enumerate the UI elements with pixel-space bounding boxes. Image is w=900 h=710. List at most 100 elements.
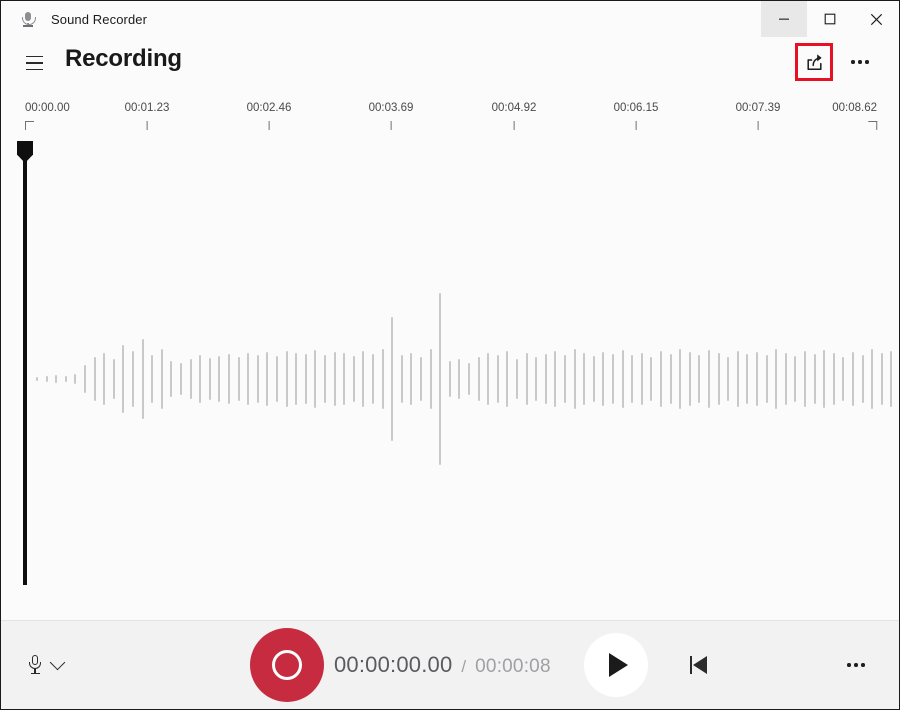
record-icon (272, 650, 302, 680)
waveform-bar (93, 357, 96, 401)
waveform-bar (64, 376, 67, 382)
chevron-down-icon[interactable] (49, 654, 66, 670)
share-icon (806, 53, 822, 70)
waveform-bar (400, 355, 403, 403)
maximize-button[interactable] (807, 1, 853, 37)
timeline-tick-mark (268, 121, 270, 130)
close-button[interactable] (853, 1, 899, 37)
waveform-bar (391, 317, 394, 441)
waveform-bar (304, 354, 307, 404)
waveform-bar (573, 349, 576, 409)
waveform-bar (122, 345, 125, 413)
timeline-tick-label: 00:00.00 (25, 102, 70, 114)
waveform-bar (141, 339, 144, 419)
waveform-bar (592, 356, 595, 402)
waveform-bar (612, 354, 614, 404)
timeline-tick-mark (513, 121, 515, 130)
app-title: Sound Recorder (51, 11, 148, 27)
waveform-bar (468, 363, 470, 395)
waveform-bar (679, 349, 682, 409)
waveform-bars (1, 143, 899, 621)
skip-to-start-icon (689, 656, 692, 674)
waveform-bar (132, 351, 134, 407)
skip-to-start-button[interactable] (678, 645, 718, 685)
waveform-bar (410, 353, 413, 405)
timeline-tick-label: 00:07.39 (735, 102, 781, 114)
timeline-tick: 00:02.46 (246, 101, 292, 130)
maximize-icon (824, 13, 836, 25)
waveform-bar (218, 356, 221, 402)
waveform-bar (84, 365, 86, 393)
waveform-bar (372, 354, 374, 404)
waveform-bar (381, 349, 384, 409)
waveform-bar (36, 377, 38, 381)
timeline-tick: 00:07.39 (735, 101, 781, 130)
minimize-button[interactable] (761, 1, 807, 37)
waveform-bar (237, 357, 240, 401)
waveform-bar (823, 350, 826, 408)
waveform-bar (554, 351, 557, 407)
waveform-bar (285, 351, 288, 407)
waveform-bar (535, 357, 538, 401)
timeline-tick-mark (25, 121, 34, 130)
timeline-ruler[interactable]: 00:00.00 00:01.23 00:02.46 00:03.69 00:04.92… (1, 101, 899, 143)
waveform-bar (448, 361, 451, 397)
waveform-bar (871, 349, 874, 409)
waveform-canvas[interactable] (1, 143, 899, 621)
waveform-bar (698, 355, 701, 403)
timeline-tick-mark (146, 121, 148, 130)
play-button[interactable] (584, 633, 648, 697)
timeline-tick-label: 00:04.92 (491, 102, 537, 114)
waveform-bar (583, 353, 586, 405)
waveform-bar (276, 356, 278, 402)
waveform-bar (688, 352, 691, 406)
waveform-bar (343, 353, 346, 405)
playhead-line (23, 161, 27, 585)
waveform-bar (55, 375, 58, 383)
timeline-tick-label: 00:08.62 (832, 102, 877, 114)
timeline-tick-mark (757, 121, 759, 130)
waveform-bar (631, 355, 634, 403)
timeline-tick: 00:04.92 (491, 101, 537, 130)
waveform-bar (650, 357, 653, 401)
timeline-tick-label: 00:01.23 (124, 102, 170, 114)
waveform-bar (103, 353, 106, 405)
timeline-tick-mark (635, 121, 637, 130)
timeline-tick: 00:00.00 (25, 101, 70, 130)
waveform-bar (208, 358, 211, 400)
waveform-bar (160, 349, 163, 409)
waveform-bar (199, 355, 202, 403)
waveform-bar (861, 355, 864, 403)
waveform-bar (717, 353, 720, 405)
record-button[interactable] (250, 628, 324, 702)
microphone-selector[interactable] (27, 654, 66, 675)
command-bar: Recording (1, 37, 899, 89)
waveform-bar (852, 352, 854, 406)
waveform-bar (746, 354, 749, 404)
timeline-tick: 00:01.23 (124, 101, 170, 130)
more-options-button-top[interactable] (841, 43, 879, 81)
waveform-bar (189, 359, 192, 399)
waveform-bar (525, 353, 528, 405)
waveform-bar (784, 353, 787, 405)
timeline-tick-label: 00:02.46 (246, 102, 292, 114)
share-button[interactable] (795, 43, 833, 81)
timeline-tick-mark (868, 121, 877, 130)
close-icon (870, 13, 882, 25)
waveform-bar (458, 359, 461, 399)
waveform-bar (794, 356, 797, 402)
waveform-bar (151, 355, 154, 403)
waveform-bar (362, 351, 365, 407)
hamburger-menu-icon[interactable] (19, 48, 49, 78)
waveform-bar (544, 354, 547, 404)
more-options-button-bottom[interactable] (837, 646, 875, 684)
waveform-bar (247, 353, 250, 405)
timeline-tick: 00:06.15 (614, 101, 658, 130)
more-options-icon (847, 663, 865, 667)
waveform-bar (775, 349, 778, 409)
waveform-bar (429, 349, 432, 409)
waveform-bar (890, 351, 893, 407)
waveform-bar (295, 353, 298, 405)
waveform-bar (756, 352, 758, 406)
waveform-bar (765, 355, 768, 403)
